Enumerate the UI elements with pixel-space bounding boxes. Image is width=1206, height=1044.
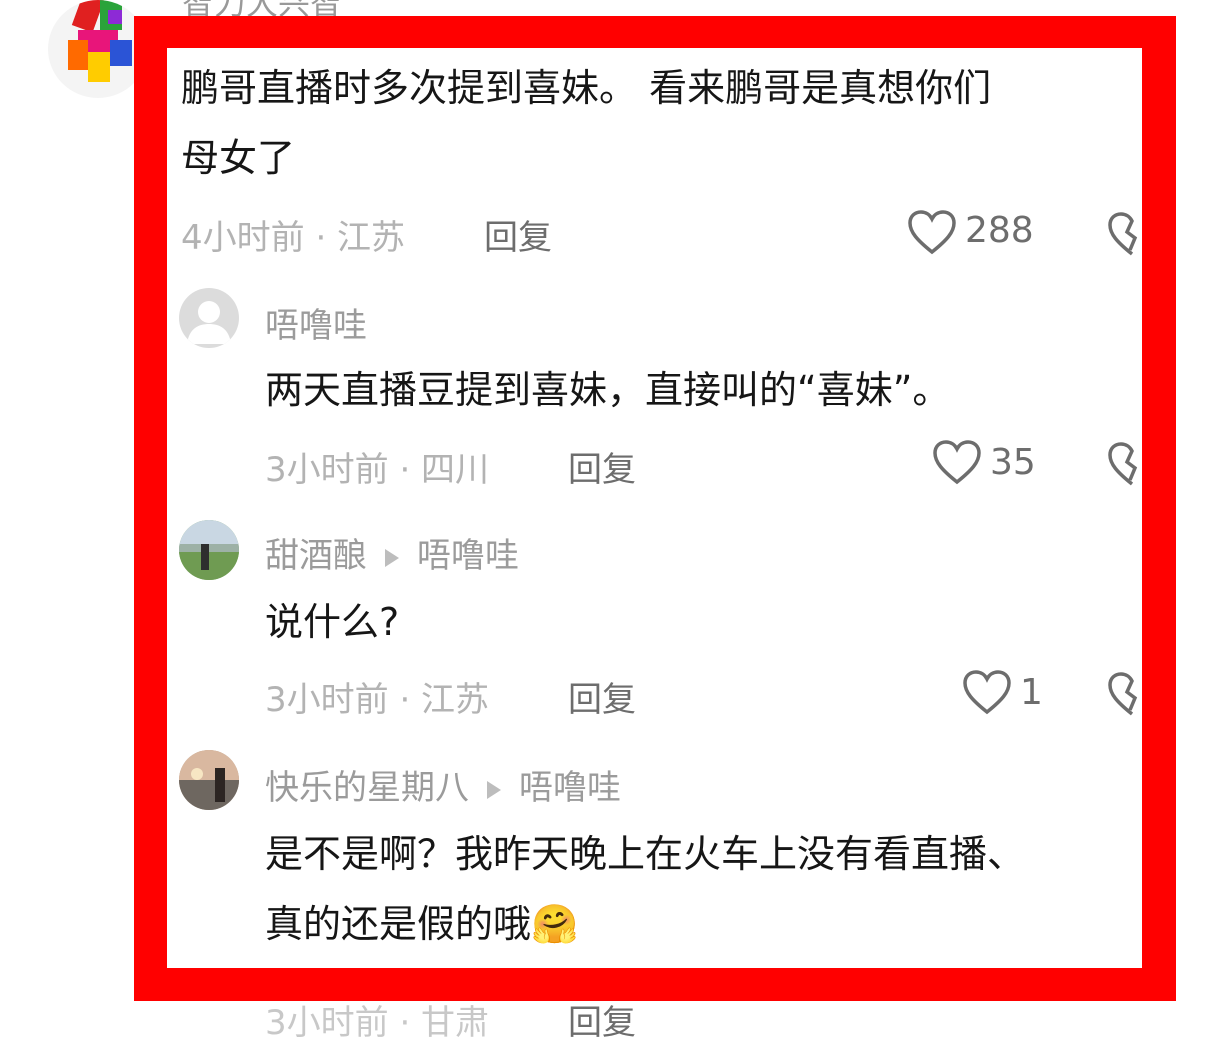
reply-arrow-icon <box>487 780 501 799</box>
reply-to-username[interactable]: 唔噜哇 <box>417 536 519 576</box>
reply-button[interactable]: 回复 <box>484 210 552 259</box>
comment-text-continued: 真的还是假的哦 <box>265 902 532 946</box>
comment-username[interactable]: 快乐的星期八 <box>265 768 469 808</box>
comment-text: 两天直播豆提到喜妹，直接叫的“喜妹”。 <box>265 368 951 412</box>
reply-button[interactable]: 回复 <box>568 442 636 491</box>
like-heart-icon[interactable] <box>932 440 982 486</box>
username-reply-line: 甜酒酿 唔噜哇 <box>265 528 519 577</box>
comment-text: 是不是啊？我昨天晚上在火车上没有看直播、 <box>265 832 1026 876</box>
comment-text: 鹏哥直播时多次提到喜妹。 看来鹏哥是真想你们 <box>181 66 992 110</box>
like-count: 35 <box>990 442 1036 483</box>
username-reply-line: 快乐的星期八 唔噜哇 <box>265 760 621 809</box>
dislike-icon[interactable] <box>1107 442 1142 488</box>
like-heart-icon[interactable] <box>907 210 957 256</box>
comment-meta: 3小时前 · 四川 <box>265 450 490 490</box>
user-avatar[interactable] <box>179 750 239 810</box>
like-heart-icon[interactable] <box>962 670 1012 716</box>
hug-emoji-icon: 🤗 <box>531 902 579 946</box>
next-reply-button[interactable]: 回复 <box>568 995 636 1044</box>
comment-username[interactable]: 唔噜哇 <box>265 298 367 347</box>
user-avatar[interactable] <box>179 520 239 580</box>
comment-meta: 4小时前 · 江苏 <box>181 218 406 258</box>
comment-text-continued: 母女了 <box>181 136 296 180</box>
reply-to-username[interactable]: 唔噜哇 <box>519 768 621 808</box>
comment-thread: 鹏哥直播时多次提到喜妹。 看来鹏哥是真想你们 母女了 4小时前 · 江苏 回复 … <box>167 48 1142 968</box>
dislike-icon[interactable] <box>1107 672 1142 718</box>
next-comment-meta: 3小时前 · 甘肃 <box>265 1003 490 1043</box>
like-count: 288 <box>965 210 1034 251</box>
reply-button[interactable]: 回复 <box>568 672 636 721</box>
default-avatar-icon[interactable] <box>179 288 239 348</box>
comment-meta: 3小时前 · 江苏 <box>265 680 490 720</box>
reply-arrow-icon <box>385 548 399 567</box>
comment-text-continued-line: 真的还是假的哦🤗 <box>265 890 578 958</box>
top-user-avatar[interactable] <box>48 0 148 98</box>
dislike-icon[interactable] <box>1107 212 1142 258</box>
comment-text: 说什么? <box>265 600 400 644</box>
like-count: 1 <box>1020 672 1043 713</box>
comment-username[interactable]: 甜酒酿 <box>265 536 367 576</box>
